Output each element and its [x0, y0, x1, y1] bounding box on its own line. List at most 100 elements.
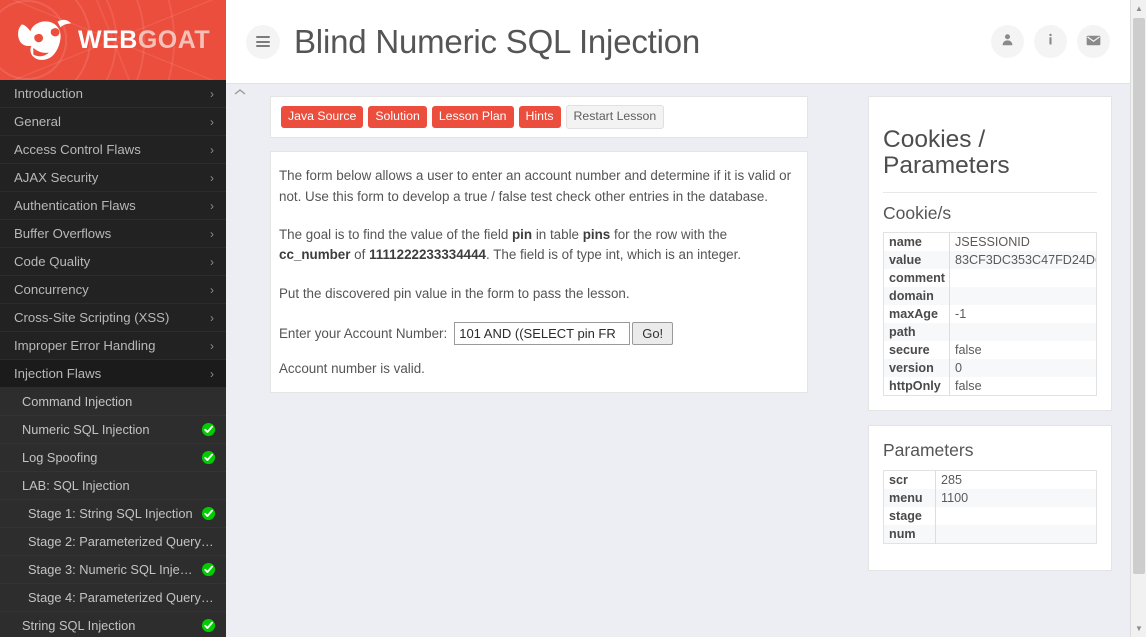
scrollbar-up-arrow[interactable]: ▲ — [1131, 0, 1146, 17]
scrollbar-down-arrow[interactable]: ▼ — [1131, 620, 1146, 637]
parameter-row-key: menu — [883, 488, 936, 507]
lesson-body-panel: The form below allows a user to enter an… — [270, 151, 808, 393]
check-circle-icon — [201, 562, 216, 577]
cookie-row-value — [949, 286, 1097, 305]
cookie-row-key: maxAge — [883, 304, 950, 323]
sidebar-category-access-control-flaws[interactable]: Access Control Flaws › — [0, 136, 226, 164]
cookie-row-key: version — [883, 358, 950, 377]
goal-column-name: cc_number — [279, 247, 351, 263]
cookie-row-key: secure — [883, 340, 950, 359]
go-button[interactable]: Go! — [632, 322, 674, 346]
goal-mid-3: of — [350, 247, 370, 263]
sidebar-lesson-label: String SQL Injection — [22, 618, 136, 633]
lesson-button-hints[interactable]: Hints — [518, 106, 561, 129]
sidebar-category-concurrency[interactable]: Concurrency › — [0, 276, 226, 304]
sidebar-category-ajax-security[interactable]: AJAX Security › — [0, 164, 226, 192]
cookie-row: name JSESSIONID — [883, 232, 1097, 251]
sidebar-nav: Introduction › General › Access Control Flaw… — [0, 80, 226, 637]
parameter-row: scr 285 — [883, 470, 1097, 489]
parameter-row: menu 1100 — [883, 488, 1097, 507]
cookie-row-key: comment — [883, 268, 950, 287]
sidebar-lesson-string-sql-injection[interactable]: String SQL Injection — [0, 612, 226, 637]
scrollbar-thumb[interactable] — [1133, 18, 1145, 574]
sidebar-category-code-quality[interactable]: Code Quality › — [0, 248, 226, 276]
sidebar-lesson-log-spoofing[interactable]: Log Spoofing — [0, 444, 226, 472]
mail-button[interactable] — [1077, 25, 1110, 58]
sidebar-lesson-stage-2-parameterized-query-1[interactable]: Stage 2: Parameterized Query #1 — [0, 528, 226, 556]
account-number-form: Enter your Account Number: Go! — [271, 322, 807, 346]
sidebar-category-label: Access Control Flaws — [14, 142, 141, 157]
sidebar-lesson-label: Log Spoofing — [22, 450, 98, 465]
sidebar-category-label: General — [14, 114, 61, 129]
lesson-button-solution[interactable]: Solution — [368, 106, 427, 129]
sidebar-category-label: Introduction — [14, 86, 83, 101]
parameter-row-key: scr — [883, 470, 936, 489]
side-column: Cookies / Parameters Cookie/s name JSESSI… — [868, 96, 1112, 571]
sidebar-lesson-label: LAB: SQL Injection — [22, 478, 130, 493]
cookie-row: maxAge -1 — [883, 304, 1097, 323]
cookie-row-key: httpOnly — [883, 376, 950, 396]
chevron-right-icon: › — [210, 366, 214, 381]
browser-scrollbar[interactable]: ▲ ▼ — [1130, 0, 1146, 637]
hamburger-menu-icon[interactable] — [246, 24, 280, 59]
info-button[interactable] — [1034, 25, 1067, 58]
lesson-goal-paragraph: The goal is to find the value of the fie… — [271, 225, 807, 266]
sidebar-lesson-numeric-sql-injection[interactable]: Numeric SQL Injection — [0, 416, 226, 444]
user-button[interactable] — [991, 25, 1024, 58]
parameter-row-key: stage — [883, 506, 936, 525]
account-number-input[interactable] — [454, 322, 631, 346]
parameter-row-key: num — [883, 524, 936, 544]
check-circle-icon — [201, 618, 216, 633]
parameter-row-value: 1100 — [935, 488, 1097, 507]
parameter-row-value — [935, 524, 1097, 544]
lesson-instruction: Put the discovered pin value in the form… — [279, 285, 630, 301]
lesson-button-java-source[interactable]: Java Source — [281, 106, 364, 129]
sidebar-category-label: Cross-Site Scripting (XSS) — [14, 310, 170, 325]
brand-header[interactable]: WEBGOAT — [0, 0, 226, 80]
envelope-icon — [1086, 33, 1101, 51]
sidebar-category-injection-flaws[interactable]: Injection Flaws › — [0, 360, 226, 388]
cookie-row-key: value — [883, 250, 950, 269]
parameter-row: stage — [883, 506, 1097, 525]
goal-cc-number: 1111222233334444 — [369, 247, 487, 263]
chevron-right-icon: › — [210, 142, 214, 157]
goal-table-name: pins — [582, 227, 611, 243]
sidebar-lesson-command-injection[interactable]: Command Injection — [0, 388, 226, 416]
goal-suffix: . The field is of type int, which is an … — [486, 247, 742, 263]
check-circle-icon — [201, 450, 216, 465]
goal-mid-2: for the row with the — [610, 227, 728, 243]
sidebar-category-authentication-flaws[interactable]: Authentication Flaws › — [0, 192, 226, 220]
chevron-right-icon: › — [210, 338, 214, 353]
sidebar-lesson-stage-3-numeric-sql-injection[interactable]: Stage 3: Numeric SQL Injection — [0, 556, 226, 584]
parameters-panel: Parameters scr 285 menu 1100 stage num — [868, 424, 1112, 571]
cookies-heading: Cookie/s — [883, 202, 952, 223]
sidebar-category-general[interactable]: General › — [0, 108, 226, 136]
cookie-row-value: 83CF3DC353C47FD24D6275FA2 — [949, 250, 1097, 269]
goal-prefix: The goal is to find the value of the fie… — [279, 227, 512, 243]
chevron-right-icon: › — [210, 254, 214, 269]
sidebar-category-buffer-overflows[interactable]: Buffer Overflows › — [0, 220, 226, 248]
cookie-row-key: domain — [883, 286, 950, 305]
sidebar-category-label: Authentication Flaws — [14, 198, 136, 213]
check-circle-icon — [201, 422, 216, 437]
cookie-row: path — [883, 322, 1097, 341]
sidebar-category-cross-site-scripting-xss[interactable]: Cross-Site Scripting (XSS) › — [0, 304, 226, 332]
lesson-button-lesson-plan[interactable]: Lesson Plan — [431, 106, 514, 129]
parameter-row-value: 285 — [935, 470, 1097, 489]
webgoat-app: WEBGOAT Introduction › General › Access Cont… — [0, 0, 1146, 637]
brand-name-goat: GOAT — [137, 25, 211, 54]
lesson-button-restart-lesson[interactable]: Restart Lesson — [565, 105, 665, 130]
sidebar-lesson-stage-1-string-sql-injection[interactable]: Stage 1: String SQL Injection — [0, 500, 226, 528]
sidebar-category-improper-error-handling[interactable]: Improper Error Handling › — [0, 332, 226, 360]
panel-divider — [883, 191, 1097, 193]
sidebar-lesson-lab-sql-injection[interactable]: LAB: SQL Injection — [0, 472, 226, 500]
cookie-row: domain — [883, 286, 1097, 305]
main-content: Java Source Solution Lesson Plan Hints Resta… — [226, 84, 1138, 637]
lesson-result-message: Account number is valid. — [279, 361, 425, 377]
cookie-row-value: false — [949, 376, 1097, 396]
cookie-row: httpOnly false — [883, 376, 1097, 396]
sidebar-category-label: Injection Flaws — [14, 366, 102, 381]
sidebar-category-introduction[interactable]: Introduction › — [0, 80, 226, 108]
nav-scroll-up-arrow[interactable] — [232, 84, 248, 95]
sidebar-lesson-stage-4-parameterized-query-2[interactable]: Stage 4: Parameterized Query #2 — [0, 584, 226, 612]
